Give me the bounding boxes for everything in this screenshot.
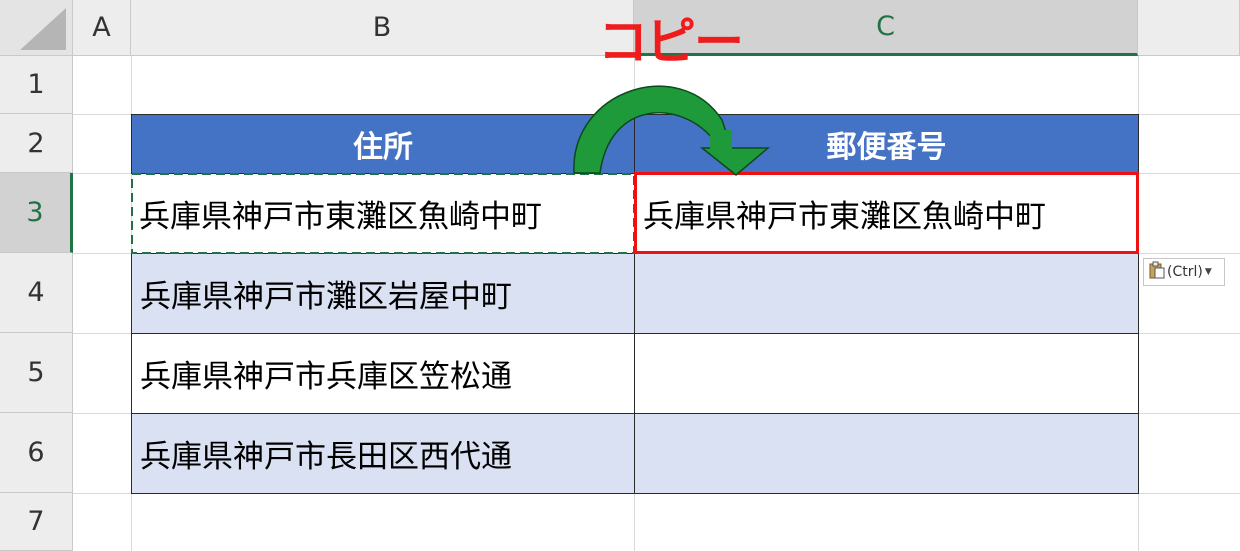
copy-arrow-icon	[573, 85, 771, 176]
row-header-1[interactable]: 1	[0, 56, 73, 114]
cell-b5[interactable]: 兵庫県神戸市兵庫区笠松通	[131, 333, 635, 414]
row-header-2[interactable]: 2	[0, 114, 73, 173]
row-header-7[interactable]: 7	[0, 493, 73, 551]
cell-b4[interactable]: 兵庫県神戸市灘区岩屋中町	[131, 253, 635, 334]
select-all-corner[interactable]	[0, 0, 73, 56]
paste-target-highlight	[634, 172, 1139, 254]
row-header-5[interactable]: 5	[0, 333, 73, 413]
row-header-3[interactable]: 3	[0, 173, 73, 253]
column-header-a[interactable]: A	[73, 0, 131, 56]
paste-options-label: (Ctrl)	[1167, 264, 1203, 280]
copy-marquee	[131, 173, 635, 254]
paste-options-button[interactable]: (Ctrl) ▼	[1143, 258, 1225, 286]
cell-c6[interactable]	[634, 413, 1139, 494]
row-header-6[interactable]: 6	[0, 413, 73, 493]
chevron-down-icon: ▼	[1204, 267, 1212, 277]
column-header-b[interactable]: B	[131, 0, 634, 56]
column-header-blank[interactable]	[1138, 0, 1240, 56]
copy-label: コピー	[598, 13, 744, 71]
clipboard-icon	[1149, 261, 1165, 283]
cell-c4[interactable]	[634, 253, 1139, 334]
cell-b6[interactable]: 兵庫県神戸市長田区西代通	[131, 413, 635, 494]
cell-c5[interactable]	[634, 333, 1139, 414]
spreadsheet-grid: A B C 1 2 3 4 5 6 7 住所 郵便番号 兵庫県神戸市東灘区魚崎中…	[0, 0, 1240, 551]
row-header-4[interactable]: 4	[0, 253, 73, 333]
